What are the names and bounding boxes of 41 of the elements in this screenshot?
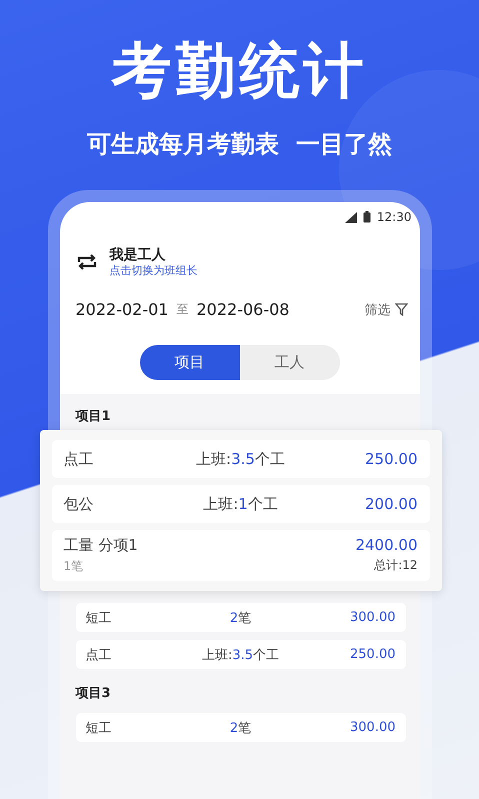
- record-row[interactable]: 短工 2笔 300.00: [76, 603, 406, 632]
- subtitle: 可生成每月考勤表 一目了然: [87, 129, 392, 160]
- record-row[interactable]: 短工 2笔 300.00: [76, 713, 406, 742]
- group-title: 项目1: [76, 408, 112, 426]
- record-count: 1笔: [64, 558, 84, 575]
- money-amount: 250.00: [364, 450, 418, 468]
- signal-icon: [344, 212, 357, 222]
- work-type: 包公: [64, 494, 94, 514]
- work-amount: 上班:1个工: [202, 494, 279, 514]
- battery-icon: [362, 211, 371, 223]
- group-title: 项目3: [76, 685, 112, 703]
- work-type: 点工: [86, 646, 112, 664]
- money-amount: 250.00: [349, 647, 396, 662]
- role-title: 我是工人: [110, 246, 166, 264]
- switch-role-link[interactable]: 点击切换为班组长: [110, 264, 198, 278]
- status-time: 12:30: [376, 210, 412, 224]
- date-separator: 至: [176, 301, 188, 318]
- record-row[interactable]: 点工 上班:3.5个工 250.00: [76, 640, 406, 669]
- total-count: 总计:12: [374, 557, 418, 574]
- filter-icon: [394, 303, 408, 316]
- start-date[interactable]: 2022-02-01: [76, 300, 168, 319]
- work-amount: 上班:3.5个工: [195, 450, 286, 468]
- work-amount: 2笔: [228, 720, 252, 736]
- work-type: 短工: [86, 720, 112, 736]
- money-amount: 300.00: [349, 720, 396, 735]
- money-amount: 2400.00: [354, 536, 418, 554]
- work-amount: 上班:3.5个工: [200, 646, 280, 664]
- work-type: 工量 分项1: [64, 536, 139, 555]
- headline: 考勤统计: [112, 36, 368, 106]
- money-amount: 200.00: [364, 495, 418, 513]
- record-row[interactable]: 包公 上班:1个工 200.00: [52, 485, 430, 523]
- switch-icon[interactable]: [76, 253, 98, 271]
- work-type: 点工: [64, 450, 94, 468]
- end-date[interactable]: 2022-06-08: [196, 300, 290, 319]
- filter-button[interactable]: 筛选: [364, 300, 408, 318]
- work-amount: 2笔: [228, 610, 252, 626]
- work-type: 短工: [86, 610, 112, 626]
- record-row[interactable]: 工量 分项1 1笔 2400.00 总计:12: [52, 530, 430, 581]
- money-amount: 300.00: [349, 610, 396, 625]
- tab[interactable]: 项目: [140, 345, 240, 380]
- record-row[interactable]: 点工 上班:3.5个工 250.00: [52, 440, 430, 478]
